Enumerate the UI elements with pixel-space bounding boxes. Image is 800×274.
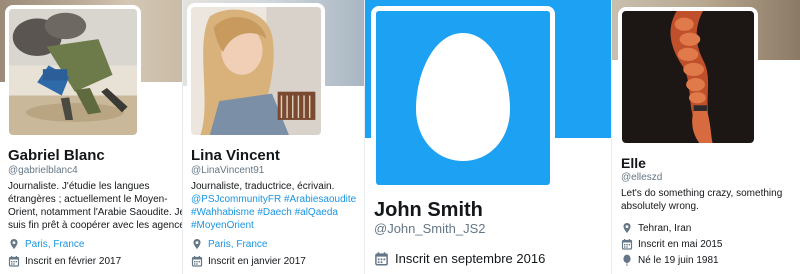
profile-bio: Journaliste. J'étudie les langues étrang… [8, 180, 182, 232]
profile-bio: Let's do something crazy, something abso… [621, 187, 782, 213]
profile-handle[interactable]: @LinaVincent91 [191, 165, 264, 176]
profile-handle[interactable]: @John_Smith_JS2 [374, 221, 485, 236]
avatar-image [9, 9, 137, 135]
profile-joined: Inscrit en mai 2015 [621, 238, 723, 250]
bio-link[interactable]: #Wahhabisme #Daech #alQaeda [191, 206, 356, 219]
bio-line: Let's do something crazy, something [621, 188, 783, 199]
calendar-icon [8, 255, 20, 267]
location-pin-icon [621, 222, 633, 234]
bio-line: Journaliste. J'étudie les langues [8, 181, 150, 192]
profile-birthday: Né le 19 juin 1981 [621, 254, 719, 266]
joined-date: Inscrit en janvier 2017 [208, 255, 306, 267]
bio-line: Journaliste, traductrice, écrivain. [191, 181, 335, 192]
location-link[interactable]: Paris, France [208, 239, 267, 250]
profile-name[interactable]: John Smith [374, 199, 483, 222]
joined-date: Inscrit en mai 2015 [638, 238, 723, 250]
profile-location: Tehran, Iran [621, 222, 691, 234]
balloon-icon [621, 254, 633, 266]
profile-name[interactable]: Elle [621, 155, 646, 171]
profile-location: Paris, France [8, 238, 84, 250]
bio-line: absolutely wrong. [621, 201, 699, 212]
calendar-icon [191, 255, 203, 267]
bio-line: étrangères ; actuellement le Moyen- [8, 194, 168, 205]
default-egg-icon [376, 11, 550, 185]
joined-date: Inscrit en septembre 2016 [395, 251, 546, 266]
profile-joined: Inscrit en septembre 2016 [374, 251, 545, 266]
bio-line: suis fin prêt à coopérer avec les agence… [8, 220, 182, 231]
profile-joined: Inscrit en janvier 2017 [191, 255, 306, 267]
profile-avatar[interactable] [618, 7, 758, 147]
profile-card-lina[interactable]: Lina Vincent @LinaVincent91 Journaliste,… [183, 0, 364, 274]
profile-card-john[interactable]: John Smith @John_Smith_JS2 Inscrit en se… [365, 0, 611, 274]
profile-avatar[interactable] [5, 5, 141, 139]
joined-date: Inscrit en février 2017 [25, 255, 122, 267]
profile-card-gabriel[interactable]: Gabriel Blanc @gabrielblanc4 Journaliste… [0, 0, 182, 274]
location-link[interactable]: Paris, France [25, 239, 84, 250]
calendar-icon [374, 251, 389, 266]
bio-link[interactable]: #MoyenOrient [191, 219, 356, 232]
profile-bio: Journaliste, traductrice, écrivain. @PSJ… [191, 180, 356, 232]
profile-joined: Inscrit en février 2017 [8, 255, 121, 267]
location-pin-icon [191, 238, 203, 250]
avatar-image [622, 11, 754, 143]
birthday-text: Né le 19 juin 1981 [638, 254, 719, 266]
profile-avatar[interactable] [187, 3, 325, 139]
avatar-image [191, 7, 321, 135]
location-text: Tehran, Iran [638, 222, 692, 234]
profile-location: Paris, France [191, 238, 267, 250]
profile-handle[interactable]: @elleszd [621, 172, 662, 183]
profile-name[interactable]: Gabriel Blanc [8, 147, 105, 164]
profile-handle[interactable]: @gabrielblanc4 [8, 165, 78, 176]
location-pin-icon [8, 238, 20, 250]
bio-link[interactable]: @PSJcommunityFR #Arabiesaoudite [191, 193, 356, 206]
profile-card-elle[interactable]: Elle @elleszd Let's do something crazy, … [612, 0, 800, 274]
calendar-icon [621, 238, 633, 250]
bio-line: Orient, notamment l'Arabie Saoudite. Je [8, 207, 182, 218]
profile-avatar[interactable] [371, 6, 555, 190]
profile-name[interactable]: Lina Vincent [191, 147, 280, 164]
